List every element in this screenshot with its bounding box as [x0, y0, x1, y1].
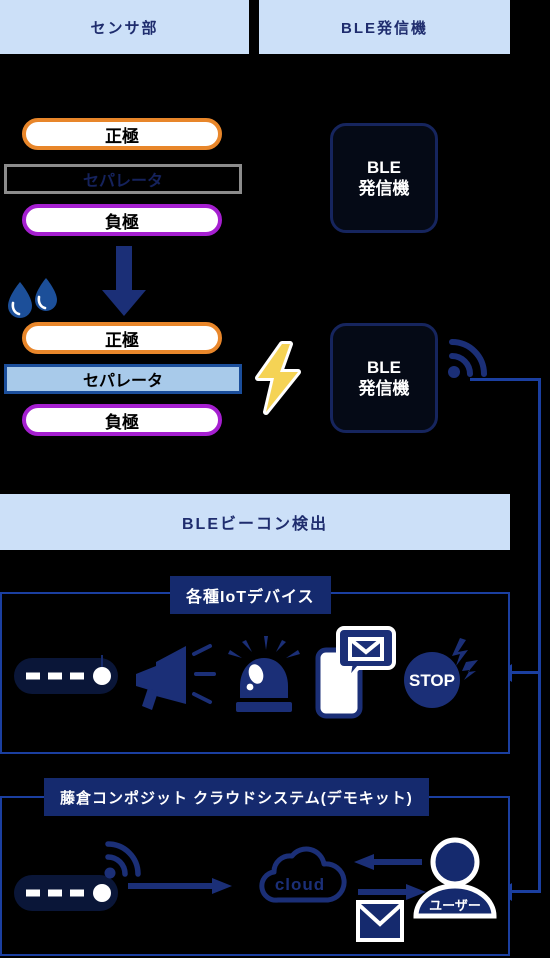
wifi-signal-icon: [448, 336, 492, 380]
panel-cloud-title: 藤倉コンポジット クラウドシステム(デモキット): [44, 778, 429, 816]
positive-electrode-wet: 正極: [22, 322, 222, 354]
negative-electrode-dry: 負極: [22, 204, 222, 236]
phone-mail-notification-icon: [314, 626, 396, 719]
arrow-right-icon: [128, 878, 232, 894]
user-avatar-icon: ユーザー: [412, 837, 498, 919]
svg-text:STOP: STOP: [409, 671, 455, 690]
sensor-stack-dry: 正極 セパレータ 負極: [0, 118, 250, 236]
wifi-signal-icon: [104, 840, 144, 880]
wire-vertical-bus: [538, 378, 541, 892]
ble-box-line1: BLE: [367, 357, 401, 377]
banner-ble-section: BLE発信機: [259, 0, 510, 54]
separator-wet: セパレータ: [4, 364, 242, 394]
siren-light-icon: [228, 636, 300, 712]
positive-electrode-dry: 正極: [22, 118, 222, 150]
mail-envelope-icon: [356, 900, 404, 942]
user-label: ユーザー: [429, 898, 481, 913]
megaphone-icon: [134, 640, 220, 710]
sensor-tag-icon: [14, 655, 124, 697]
separator-dry: セパレータ: [4, 164, 242, 194]
down-arrow-icon: [100, 246, 148, 318]
ble-box-line2: 発信機: [358, 179, 410, 198]
sensor-stack-wet: 正極 セパレータ 負極: [0, 322, 250, 440]
wire-from-beacon: [470, 378, 541, 381]
panel-iot-title: 各種IoTデバイス: [170, 576, 331, 614]
wire-to-iot-panel: [512, 671, 541, 674]
banner-beacon-detection: BLEビーコン検出: [0, 494, 510, 550]
negative-electrode-wet: 負極: [22, 404, 222, 436]
ble-transmitter-box-top: BLE 発信機: [330, 123, 438, 233]
cloud-icon: cloud: [254, 846, 347, 904]
ble-transmitter-box-active: BLE 発信機: [330, 323, 438, 433]
water-drop-icon: [4, 278, 60, 326]
banner-sensor-section: センサ部: [0, 0, 249, 54]
lightning-bolt-icon: [252, 341, 304, 415]
wire-to-cloud-panel: [512, 890, 541, 893]
stop-sign-icon: STOP: [400, 638, 478, 710]
diagram-canvas: センサ部 BLE発信機 正極 セパレータ 負極 BLE 発信機 正極 セパレータ…: [0, 0, 550, 958]
cloud-label: cloud: [275, 875, 325, 894]
ble-box-line2: 発信機: [358, 379, 410, 398]
ble-box-line1: BLE: [367, 157, 401, 177]
